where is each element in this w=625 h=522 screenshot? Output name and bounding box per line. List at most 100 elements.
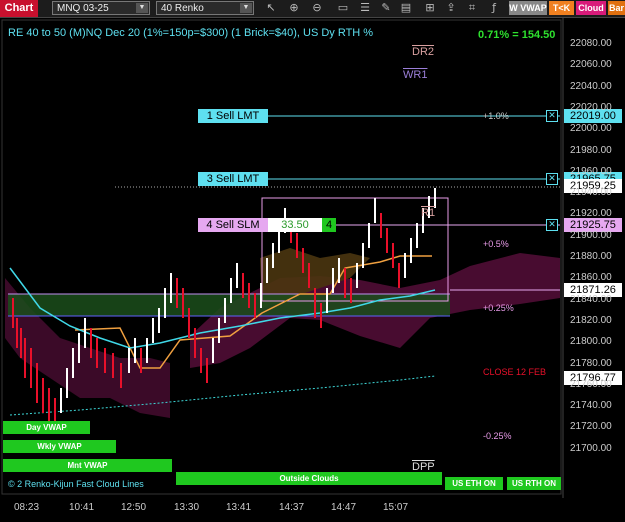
renko-brick [362, 243, 364, 268]
properties-icon[interactable]: ▭ [336, 1, 350, 15]
renko-brick [36, 363, 38, 403]
price-axis-label: 21760.00 [570, 378, 612, 390]
sell-lmt-1-order[interactable]: 1 Sell LMT [198, 109, 268, 123]
bar-type-value: 40 Renko [161, 3, 204, 14]
indicator-icon[interactable]: ƒ [487, 1, 501, 15]
renko-brick [30, 348, 32, 388]
renko-brick [104, 348, 106, 373]
renko-brick [212, 338, 214, 363]
sell-slm-4-order[interactable]: 4 Sell SLM [198, 218, 268, 232]
price-axis-label: 21900.00 [570, 229, 612, 241]
close-label: CLOSE 12 FEB [483, 367, 547, 377]
price-axis-label: 21860.00 [570, 272, 612, 284]
renko-brick [272, 243, 274, 268]
renko-brick [12, 298, 14, 328]
price-axis-label: 21800.00 [570, 336, 612, 348]
price-axis-label: 21820.00 [570, 314, 612, 326]
zoom-in-icon[interactable]: ⊕ [287, 1, 301, 15]
cursor-icon[interactable]: ↖ [264, 1, 278, 15]
sell-lmt-3-order[interactable]: 3 Sell LMT [198, 172, 268, 186]
cancel-order-4-icon[interactable]: ✕ [546, 219, 558, 231]
renko-brick [368, 223, 370, 248]
renko-brick [152, 318, 154, 343]
pct-025-label: +0.25% [483, 303, 514, 313]
renko-brick [320, 303, 322, 328]
time-label: 14:47 [331, 502, 357, 513]
instrument-selector[interactable]: MNQ 03-25 ▼ [52, 1, 150, 15]
renko-brick [120, 363, 122, 388]
cloud-button[interactable]: Cloud [576, 1, 606, 15]
renko-brick [20, 328, 22, 358]
price-axis-label: 22000.00 [570, 123, 612, 135]
chart-menu-button[interactable]: Chart [0, 0, 38, 17]
outside-clouds-toggle[interactable]: Outside Clouds [176, 472, 442, 485]
renko-brick [332, 268, 334, 293]
renko-brick [248, 283, 250, 308]
renko-brick [24, 338, 26, 378]
price-axis-label: 21700.00 [570, 442, 612, 454]
renko-brick [374, 198, 376, 223]
renko-brick [164, 288, 166, 318]
chart-title: RE 40 to 50 (M)NQ Dec 20 (1%=150p=$300) … [8, 27, 374, 39]
renko-brick [72, 348, 74, 378]
renko-brick [206, 358, 208, 383]
day-vwap-toggle[interactable]: Day VWAP [3, 421, 90, 434]
renko-brick [42, 378, 44, 413]
instrument-value: MNQ 03-25 [57, 3, 109, 14]
footer-label: © 2 Renko-Kijun Fast Cloud Lines [8, 479, 144, 489]
zoom-out-icon[interactable]: ⊖ [310, 1, 324, 15]
share-icon[interactable]: ⇪ [444, 1, 458, 15]
drawing-tools-icon[interactable]: ✎ [379, 1, 393, 15]
time-label: 15:07 [383, 502, 409, 513]
chevron-down-icon: ▼ [136, 3, 148, 13]
renko-brick [182, 288, 184, 318]
renko-brick [254, 293, 256, 318]
renko-brick [194, 328, 196, 358]
price-axis-label: 21880.00 [570, 251, 612, 262]
renko-brick [84, 318, 86, 348]
price-axis-label: 22020.00 [570, 101, 612, 113]
renko-brick [140, 348, 142, 373]
tk-button[interactable]: T<K [549, 1, 574, 15]
renko-brick [146, 338, 148, 363]
r1-label: R1 [421, 207, 436, 219]
chart-panel[interactable]: RE 40 to 50 (M)NQ Dec 20 (1%=150p=$300) … [0, 18, 625, 522]
cancel-order-1-icon[interactable]: ✕ [546, 110, 558, 122]
us-rth-on-toggle[interactable]: US RTH ON [507, 477, 561, 490]
wkly-vwap-toggle[interactable]: Wkly VWAP [3, 440, 116, 453]
price-axis-label: 21920.00 [570, 208, 612, 220]
toolbar: Chart MNQ 03-25 ▼ 40 Renko ▼ ↖ ⊕ ⊖ ▭ ☰ ✎… [0, 0, 625, 18]
bar-type-selector[interactable]: 40 Renko ▼ [156, 1, 254, 15]
pct-neg025-label: -0.25% [483, 431, 512, 441]
renko-brick [188, 308, 190, 338]
strategies-icon[interactable]: ☰ [358, 1, 372, 15]
slm-qty-badge[interactable]: 4 [322, 218, 336, 232]
renko-brick [338, 258, 340, 283]
bar-button[interactable]: Bar [608, 1, 625, 15]
renko-brick [200, 348, 202, 373]
renko-brick [48, 388, 50, 423]
renko-brick [134, 338, 136, 363]
renko-brick [128, 348, 130, 373]
w-vwap-button[interactable]: W VWAP [509, 1, 547, 15]
templates-icon[interactable]: ▤ [399, 1, 413, 15]
chart-trader-icon[interactable]: ⌗ [465, 1, 479, 15]
renko-brick [350, 278, 352, 303]
renko-brick [296, 233, 298, 258]
renko-brick [356, 263, 358, 288]
renko-brick [266, 258, 268, 283]
price-axis-label: 22040.00 [570, 80, 612, 92]
time-label: 13:41 [226, 502, 252, 513]
renko-brick [236, 263, 238, 288]
price-axis-label: 21960.00 [570, 165, 612, 177]
wr1-label: WR1 [403, 69, 428, 81]
cancel-order-3-icon[interactable]: ✕ [546, 173, 558, 185]
us-eth-on-toggle[interactable]: US ETH ON [445, 477, 503, 490]
renko-brick [176, 278, 178, 308]
mnt-vwap-toggle[interactable]: Mnt VWAP [3, 459, 172, 472]
renko-brick [410, 238, 412, 263]
data-box-icon[interactable]: ⊞ [423, 1, 437, 15]
renko-brick [308, 263, 310, 288]
slm-price-field[interactable]: 33.50 [268, 218, 322, 232]
renko-brick [170, 273, 172, 303]
